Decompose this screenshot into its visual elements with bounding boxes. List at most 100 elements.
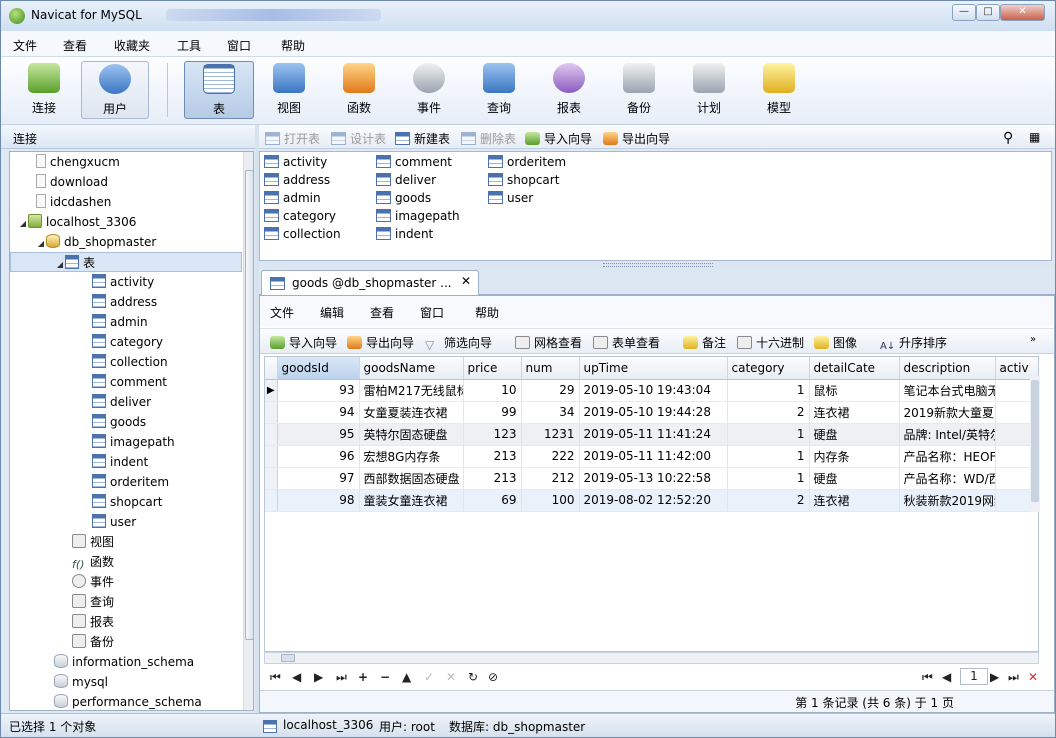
toolbar-connect[interactable]: 连接 [13,61,75,119]
tree-table-item[interactable]: activity [92,272,154,292]
menu-file[interactable]: 文件 [13,37,37,54]
last-record-icon[interactable]: ⏭ [336,670,347,685]
tree-item-mysql[interactable]: mysql [54,672,108,692]
toolbar-event[interactable]: 事件 [398,61,460,119]
sort-asc-button[interactable]: A↓ 升序排序 [880,334,947,354]
close-button[interactable]: ✕ [1000,4,1045,21]
column-header[interactable]: description [899,357,996,380]
next-record-icon[interactable]: ▶ [314,670,323,684]
cell[interactable]: 硬盘 [809,423,900,446]
horizontal-splitter[interactable] [259,261,1055,269]
scrollbar-thumb[interactable] [245,170,253,640]
tree-item-localhost[interactable]: ◢ localhost_3306 [18,212,136,232]
menu-tools[interactable]: 工具 [177,37,201,54]
object-item[interactable]: admin [264,189,321,207]
tree-table-item[interactable]: comment [92,372,167,392]
tree-table-item[interactable]: imagepath [92,432,175,452]
cell[interactable]: 94 [277,401,360,424]
toolbar-backup[interactable]: 备份 [608,61,670,119]
memo-button[interactable]: 备注 [683,334,726,351]
cell[interactable]: 222 [521,445,580,468]
inner-menu-file[interactable]: 文件 [270,304,294,321]
cell[interactable]: 硬盘 [809,467,900,490]
toolbar-function[interactable]: 函数 [328,61,390,119]
image-button[interactable]: 图像 [814,334,857,351]
tree-item-events[interactable]: 事件 [72,572,114,592]
cell[interactable]: 雷柏M217无线鼠标 [359,379,464,402]
cell[interactable]: 2019-05-11 11:42:00 [579,445,728,468]
page-number-field[interactable]: 1 [960,668,988,685]
delete-record-icon[interactable]: − [380,670,390,684]
cell[interactable]: 2019新款大童夏 [899,401,996,424]
object-item[interactable]: indent [376,225,433,243]
tree-item-information-schema[interactable]: information_schema [54,652,194,672]
cell[interactable]: 1 [727,467,810,490]
cell[interactable]: 95 [277,423,360,446]
tree-table-item[interactable]: orderitem [92,472,169,492]
column-header[interactable]: upTime [579,357,728,380]
tree-table-item[interactable]: admin [92,312,148,332]
menu-window[interactable]: 窗口 [227,37,251,54]
refresh-icon[interactable]: ↻ [468,670,478,684]
cell[interactable]: 97 [277,467,360,490]
tree-item-functions[interactable]: f() 函数 [72,552,114,572]
cell[interactable]: 2019-08-02 12:52:20 [579,489,728,512]
inner-menu-view[interactable]: 查看 [370,304,394,321]
table-row[interactable]: 98 童装女童连衣裙 69 100 2019-08-02 12:52:20 2 … [265,489,1038,512]
scrollbar-thumb[interactable] [1031,380,1039,502]
scrollbar-thumb[interactable] [281,654,295,662]
delete-table-button[interactable]: 删除表 [461,130,516,147]
toolbar-query[interactable]: 查询 [468,61,530,119]
object-item[interactable]: comment [376,153,452,171]
cell[interactable]: 1 [727,445,810,468]
page-next-icon[interactable]: ▶ [990,670,999,684]
inner-menu-edit[interactable]: 编辑 [320,304,344,321]
grid-vertical-scrollbar[interactable] [1030,376,1040,512]
cell[interactable]: 秋装新款2019网红 [899,489,996,512]
toolbar-report[interactable]: 报表 [538,61,600,119]
cell[interactable]: 内存条 [809,445,900,468]
column-header[interactable]: goodsId [277,357,360,380]
inner-menu-help[interactable]: 帮助 [475,304,499,321]
tree-table-item[interactable]: deliver [92,392,151,412]
column-header[interactable]: goodsName [359,357,464,380]
import-wizard-button[interactable]: 导入向导 [270,334,337,351]
tree-table-item[interactable]: category [92,332,163,352]
object-item[interactable]: activity [264,153,327,171]
tree-table-item[interactable]: address [92,292,157,312]
cell[interactable]: 品牌: Intel/英特尔 [899,423,996,446]
column-header[interactable]: price [463,357,522,380]
export-wizard-button[interactable]: 导出向导 [347,334,414,351]
search-icon[interactable]: ⚲ [1003,130,1013,146]
discard-icon[interactable]: ✕ [446,670,456,684]
table-row[interactable]: 97 西部数据固态硬盘 213 212 2019-05-13 10:22:58 … [265,467,1038,490]
maximize-button[interactable]: □ [976,4,1000,21]
tree-item-views[interactable]: 视图 [72,532,114,552]
grid-view-button[interactable]: 网格查看 [515,334,582,351]
open-table-button[interactable]: 打开表 [265,130,320,147]
splitter-grip[interactable] [603,263,713,267]
apply-icon[interactable]: ✓ [424,670,434,684]
cell[interactable]: 2 [727,401,810,424]
tree-item-performance-schema[interactable]: performance_schema [54,692,202,710]
tree-table-item[interactable]: shopcart [92,492,162,512]
page-first-icon[interactable]: ⏮ [922,670,933,685]
cell[interactable]: 10 [463,379,522,402]
toolbar-overflow-icon[interactable]: » [1030,334,1036,345]
stop-icon[interactable]: ⊘ [488,670,498,684]
cell[interactable]: 笔记本台式电脑无 [899,379,996,402]
object-item[interactable]: imagepath [376,207,460,225]
cell[interactable]: 34 [521,401,580,424]
column-header[interactable]: category [727,357,810,380]
tree-item-tables[interactable]: ◢ 表 [10,252,242,272]
cell[interactable]: 69 [463,489,522,512]
tree-item-reports[interactable]: 报表 [72,612,114,632]
design-table-button[interactable]: 设计表 [331,130,386,147]
cell[interactable]: 产品名称：WD/西 [899,467,996,490]
cell[interactable]: 123 [463,423,522,446]
menu-help[interactable]: 帮助 [281,37,305,54]
table-row[interactable]: 96 宏想8G内存条 213 222 2019-05-11 11:42:00 1… [265,445,1038,468]
grid-horizontal-scrollbar[interactable] [264,652,1039,664]
filter-wizard-button[interactable]: ▽ 筛选向导 [425,334,492,352]
cell[interactable]: 连衣裙 [809,401,900,424]
